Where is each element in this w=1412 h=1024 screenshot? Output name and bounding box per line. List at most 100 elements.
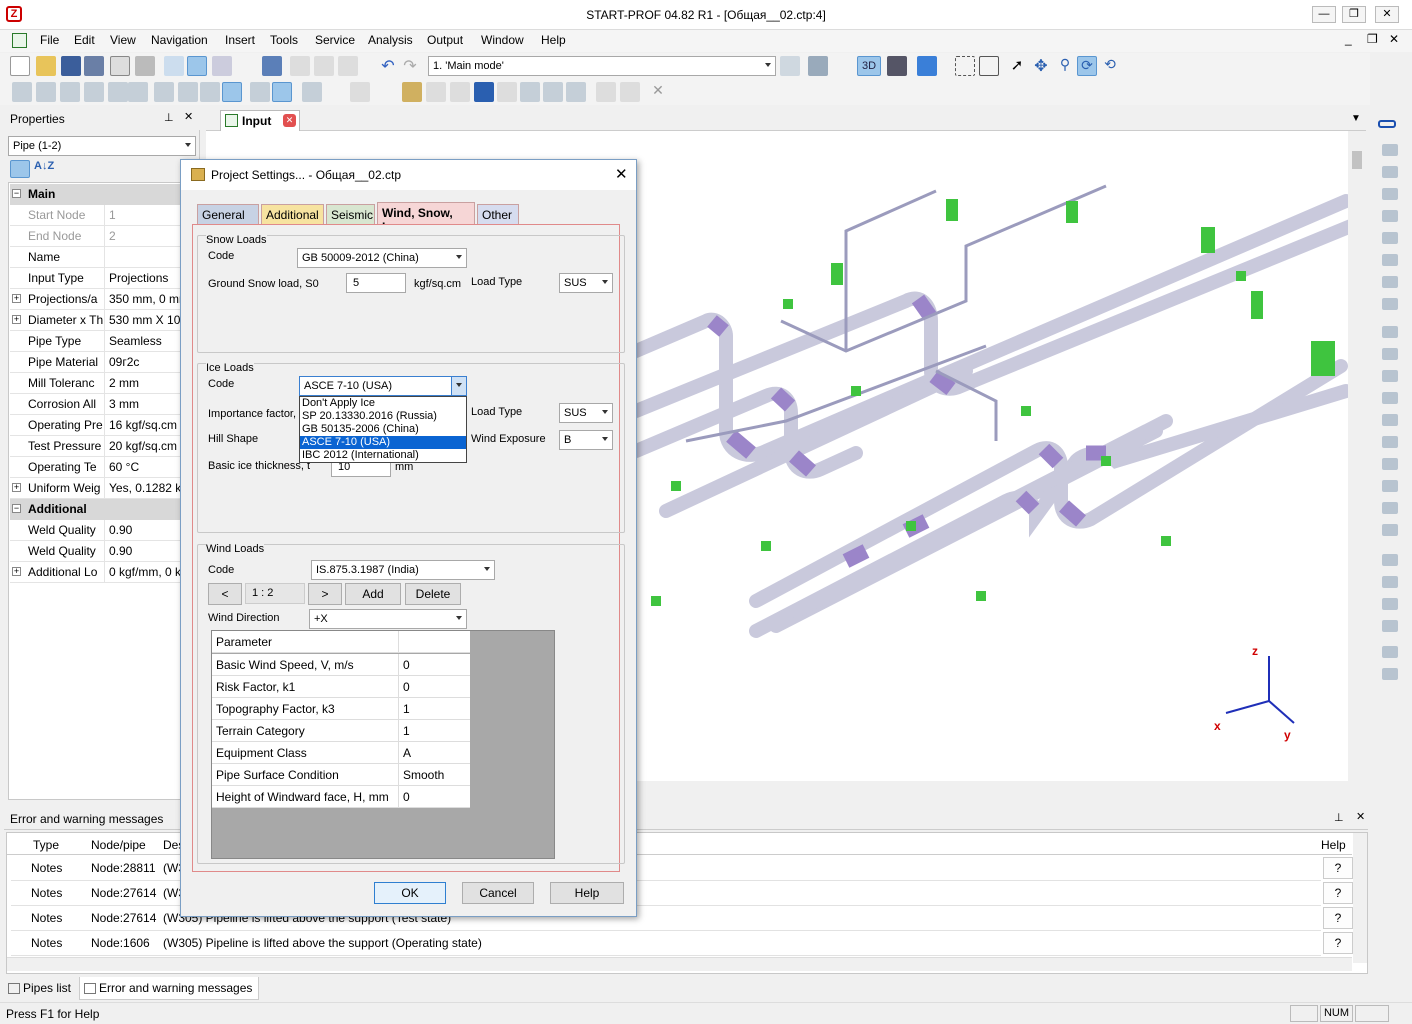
- param-value[interactable]: 0: [399, 676, 470, 698]
- menu-file[interactable]: File: [40, 33, 59, 47]
- reducer-element-icon[interactable]: [1382, 188, 1398, 200]
- error-help-button[interactable]: ?: [1323, 882, 1353, 904]
- param-row[interactable]: Equipment Class A: [212, 742, 470, 764]
- zoom-extents-icon[interactable]: [979, 56, 999, 76]
- object-select[interactable]: Pipe (1-2): [8, 136, 196, 156]
- wind-code-select[interactable]: IS.875.3.1987 (India): [311, 560, 495, 580]
- close-window-button[interactable]: ✕: [1375, 6, 1399, 23]
- property-row[interactable]: Pipe Type Seamless: [10, 331, 180, 352]
- param-value[interactable]: 0: [399, 654, 470, 676]
- param-row[interactable]: Basic Wind Speed, V, m/s 0: [212, 654, 470, 676]
- undo-icon[interactable]: ↶: [378, 56, 398, 76]
- property-value[interactable]: Projections: [104, 268, 184, 289]
- pipe-tool-icon[interactable]: [12, 82, 32, 102]
- param-value[interactable]: Smooth: [399, 764, 470, 786]
- group-icon[interactable]: [596, 82, 616, 102]
- col-help[interactable]: Help: [1321, 838, 1346, 852]
- scroll-thumb[interactable]: [1352, 151, 1362, 169]
- menu-view[interactable]: View: [110, 33, 136, 47]
- zoom-window-icon[interactable]: [955, 56, 975, 76]
- edit-pen-icon[interactable]: [402, 82, 422, 102]
- ice-option-dont-apply[interactable]: Don't Apply Ice: [300, 397, 466, 410]
- wind-exposure-select[interactable]: B: [559, 430, 613, 450]
- categorized-icon[interactable]: [10, 160, 30, 178]
- property-row[interactable]: Start Node 1: [10, 205, 180, 226]
- property-value[interactable]: 350 mm, 0 mm: [104, 289, 184, 310]
- snow-code-select[interactable]: GB 50009-2012 (China): [297, 248, 467, 268]
- anchor-tool-icon[interactable]: [178, 82, 198, 102]
- anchor-element-icon[interactable]: [1382, 326, 1398, 338]
- property-value[interactable]: Yes, 0.1282 kgf/mm: [104, 478, 184, 499]
- ice-option-sp-russia[interactable]: SP 20.13330.2016 (Russia): [300, 410, 466, 423]
- select-arrow-icon[interactable]: ➚: [1007, 56, 1027, 76]
- property-row[interactable]: Name: [10, 247, 180, 268]
- property-value[interactable]: 1: [104, 205, 184, 226]
- rest-element-icon[interactable]: [1382, 436, 1398, 448]
- ice-code-select[interactable]: ASCE 7-10 (USA): [299, 376, 467, 396]
- mdi-close-button[interactable]: ✕: [1389, 32, 1399, 46]
- equipment-element-icon[interactable]: [1382, 620, 1398, 632]
- wind-prev-button[interactable]: <: [208, 583, 242, 605]
- cut-icon[interactable]: [290, 56, 310, 76]
- binoculars-icon[interactable]: [887, 56, 907, 76]
- property-category[interactable]: − Main: [10, 184, 180, 205]
- spring-element-icon[interactable]: [1382, 370, 1398, 382]
- hanger-element-icon[interactable]: [1382, 392, 1398, 404]
- damper-element-icon[interactable]: [1382, 524, 1398, 536]
- property-row[interactable]: Input Type Projections: [10, 268, 180, 289]
- property-value[interactable]: 2: [104, 226, 184, 247]
- cube-view-icon[interactable]: [917, 56, 937, 76]
- insulation-element-icon[interactable]: [1382, 646, 1398, 658]
- expansion-element-icon[interactable]: [1382, 276, 1398, 288]
- wind-direction-select[interactable]: +X: [309, 609, 467, 629]
- param-row[interactable]: Risk Factor, k1 0: [212, 676, 470, 698]
- param-row[interactable]: Terrain Category 1: [212, 720, 470, 742]
- sort-az-icon[interactable]: A↓Z: [34, 160, 54, 172]
- error-help-button[interactable]: ?: [1323, 857, 1353, 879]
- property-row[interactable]: End Node 2: [10, 226, 180, 247]
- nozzle-element-icon[interactable]: [1382, 598, 1398, 610]
- help-button[interactable]: Help: [550, 882, 624, 904]
- property-row[interactable]: Operating Pre 16 kgf/sq.cm: [10, 415, 180, 436]
- bend-element-icon[interactable]: [1382, 144, 1398, 156]
- property-value[interactable]: 2 mm: [104, 373, 184, 394]
- menu-output[interactable]: Output: [427, 33, 463, 47]
- menu-navigation[interactable]: Navigation: [151, 33, 208, 47]
- property-row[interactable]: + Projections/a 350 mm, 0 mm: [10, 289, 184, 310]
- load-element-icon[interactable]: [1382, 668, 1398, 680]
- property-row[interactable]: + Diameter x Th530 mm X 10 mm: [10, 310, 184, 331]
- layout-icon[interactable]: [212, 56, 232, 76]
- save-icon[interactable]: [61, 56, 81, 76]
- viewport-scrollbar[interactable]: [1348, 131, 1366, 781]
- ungroup-icon[interactable]: [620, 82, 640, 102]
- tab-wind-snow-ice[interactable]: Wind, Snow, Ice: [377, 202, 475, 234]
- collapse-icon[interactable]: −: [12, 504, 21, 513]
- limit-element-icon[interactable]: [1382, 458, 1398, 470]
- property-row[interactable]: + Additional Lo 0 kgf/mm, 0 kgf: [10, 562, 184, 583]
- property-value[interactable]: 20 kgf/sq.cm: [104, 436, 184, 457]
- mdi-restore-button[interactable]: ❐: [1367, 32, 1378, 46]
- tee-tool-icon[interactable]: [60, 82, 80, 102]
- property-row[interactable]: Pipe Material 09г2с: [10, 352, 180, 373]
- tab-input[interactable]: Input ✕: [220, 110, 300, 131]
- property-row[interactable]: Mill Toleranc 2 mm: [10, 373, 180, 394]
- col-node[interactable]: Node/pipe: [91, 838, 146, 852]
- close-panel-icon[interactable]: ✕: [184, 110, 193, 123]
- save-as-icon[interactable]: [84, 56, 104, 76]
- split-icon[interactable]: [450, 82, 470, 102]
- expand-icon[interactable]: +: [12, 294, 21, 303]
- pump-element-icon[interactable]: [1382, 576, 1398, 588]
- param-value[interactable]: 1: [399, 698, 470, 720]
- param-value[interactable]: 1: [399, 720, 470, 742]
- errors-vscroll[interactable]: [1353, 833, 1367, 963]
- property-category[interactable]: − Additional: [10, 499, 180, 520]
- tab-general[interactable]: General: [197, 204, 259, 224]
- menu-service[interactable]: Service: [315, 33, 355, 47]
- vessel-element-icon[interactable]: [1382, 554, 1398, 566]
- tab-additional[interactable]: Additional: [261, 204, 324, 224]
- spring-tool-icon[interactable]: [200, 82, 220, 102]
- tab-other[interactable]: Other: [477, 204, 519, 224]
- expand-icon[interactable]: +: [12, 315, 21, 324]
- reducer-tool-icon[interactable]: [84, 82, 104, 102]
- new-icon[interactable]: [10, 56, 30, 76]
